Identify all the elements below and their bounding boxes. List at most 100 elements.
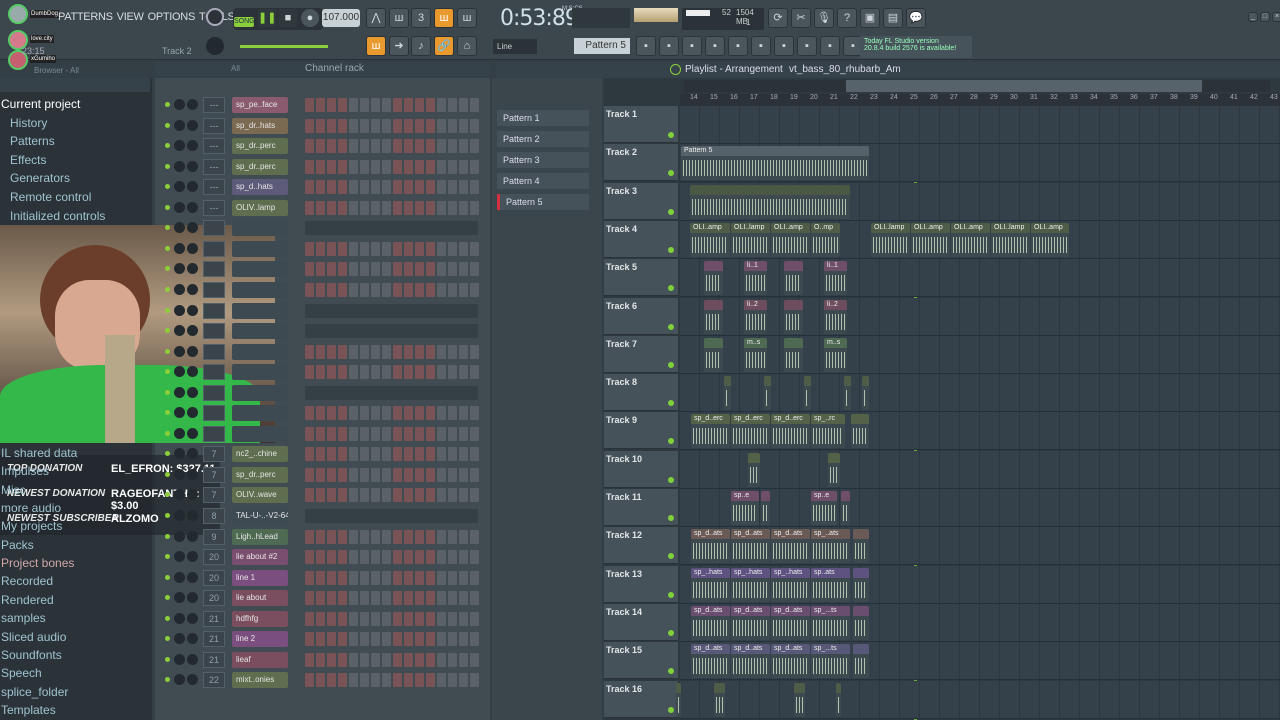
step-button[interactable]	[404, 467, 413, 482]
menu-options[interactable]: OPTIONS	[148, 11, 196, 23]
channel-volume-knob[interactable]	[187, 366, 198, 378]
channel-mixer-track[interactable]: 21	[203, 631, 225, 648]
channel-name-button[interactable]	[232, 323, 288, 340]
step-button[interactable]	[338, 611, 347, 626]
stamp-icon[interactable]: ⌂	[457, 36, 477, 56]
step-button[interactable]	[393, 673, 402, 688]
playlist-clip[interactable]: sp_d..ats	[731, 529, 770, 564]
playlist-clip[interactable]: sp..e	[811, 491, 837, 525]
step-button[interactable]	[382, 632, 391, 647]
browser-item[interactable]: Current project	[1, 97, 80, 111]
step-button[interactable]	[426, 282, 435, 297]
channel-pan-knob[interactable]	[174, 160, 185, 172]
playlist-clip[interactable]: li..1	[824, 261, 847, 296]
channel-mixer-track[interactable]	[203, 405, 225, 422]
track-mute-led[interactable]	[668, 170, 674, 177]
browser-item[interactable]: Effects	[10, 153, 46, 167]
track-mute-led[interactable]	[668, 132, 674, 138]
channel-mute-led[interactable]	[165, 636, 170, 642]
channel-mute-led[interactable]	[165, 574, 170, 580]
channel-mixer-track[interactable]	[203, 240, 225, 257]
step-button[interactable]	[448, 652, 457, 667]
channel-mixer-track[interactable]	[203, 323, 225, 340]
channel-mute-led[interactable]	[165, 656, 170, 662]
step-button[interactable]	[459, 98, 468, 112]
step-button[interactable]	[316, 611, 325, 626]
step-button[interactable]	[470, 282, 479, 297]
step-button[interactable]	[393, 447, 402, 462]
channel-mute-led[interactable]	[165, 595, 170, 601]
playlist-clip[interactable]: sp_..ats	[811, 529, 850, 564]
step-button[interactable]	[327, 570, 336, 585]
step-button[interactable]	[316, 365, 325, 380]
step-button[interactable]	[371, 550, 380, 565]
track-mute-led[interactable]	[668, 323, 674, 330]
step-button[interactable]	[448, 550, 457, 565]
link-icon[interactable]: 🔗	[434, 36, 454, 56]
track-header[interactable]: Track 11	[604, 489, 678, 526]
channel-name-button[interactable]: line 2	[232, 631, 288, 648]
browser-item[interactable]: IL shared data	[1, 446, 77, 460]
step-button[interactable]	[382, 652, 391, 667]
track-mute-led[interactable]	[668, 591, 674, 598]
channel-row[interactable]	[160, 363, 480, 381]
playlist-clip[interactable]	[704, 337, 723, 372]
playlist-clip[interactable]	[804, 376, 811, 411]
channel-name-button[interactable]: sp_pe..face	[232, 97, 288, 113]
step-button[interactable]	[437, 200, 446, 215]
step-button[interactable]	[437, 652, 446, 667]
step-button[interactable]	[360, 550, 369, 565]
playlist-clip[interactable]	[828, 452, 840, 487]
channel-mute-led[interactable]	[165, 143, 170, 149]
channel-name-button[interactable]: lie about	[232, 590, 288, 607]
step-button[interactable]	[415, 550, 424, 565]
step-button[interactable]	[305, 365, 314, 380]
step-button[interactable]	[426, 632, 435, 647]
playlist-clip[interactable]: sp_d..ats	[771, 644, 810, 679]
playlist-clip[interactable]	[853, 529, 869, 564]
channel-mixer-track[interactable]	[203, 384, 225, 401]
step-button[interactable]	[470, 365, 479, 380]
step-button[interactable]	[371, 139, 380, 154]
playlist-clip[interactable]	[764, 376, 771, 411]
step-button[interactable]	[426, 139, 435, 154]
step-button[interactable]	[393, 529, 402, 544]
step-button[interactable]	[459, 406, 468, 421]
step-button[interactable]	[393, 241, 402, 256]
playlist-clip[interactable]	[761, 491, 770, 525]
channel-row[interactable]: --- sp_dr..perc	[160, 158, 480, 176]
step-button[interactable]	[371, 282, 380, 297]
step-button[interactable]	[382, 591, 391, 606]
channel-name-button[interactable]: OLIV..wave	[232, 487, 288, 504]
step-button[interactable]	[448, 139, 457, 154]
playlist-clip[interactable]	[862, 376, 869, 411]
channel-mute-led[interactable]	[165, 184, 170, 190]
step-button[interactable]	[415, 406, 424, 421]
step-button[interactable]	[371, 488, 380, 503]
channel-name-button[interactable]	[232, 281, 288, 298]
piano-roll-icon[interactable]: ▪	[659, 36, 679, 56]
step-button[interactable]	[470, 632, 479, 647]
step-button[interactable]	[393, 282, 402, 297]
channel-row[interactable]: --- sp_dr..perc	[160, 137, 480, 155]
channel-mixer-track[interactable]	[203, 364, 225, 381]
step-button[interactable]	[382, 262, 391, 277]
step-button[interactable]	[338, 344, 347, 359]
track-mute-led[interactable]	[668, 208, 674, 215]
step-button[interactable]	[470, 426, 479, 441]
channel-name-button[interactable]: lie about #2	[232, 549, 288, 566]
step-button[interactable]	[327, 591, 336, 606]
step-button[interactable]	[349, 262, 358, 277]
channel-name-button[interactable]: sp_dr..perc	[232, 158, 288, 175]
channel-name-button[interactable]	[232, 302, 288, 319]
step-button[interactable]	[338, 139, 347, 154]
playlist-clip[interactable]: OLI..amp	[911, 222, 950, 257]
channel-volume-knob[interactable]	[187, 263, 198, 275]
step-button[interactable]	[448, 241, 457, 256]
step-button[interactable]	[426, 467, 435, 482]
step-button[interactable]	[415, 139, 424, 154]
step-button[interactable]	[360, 426, 369, 441]
step-button[interactable]	[415, 652, 424, 667]
step-button[interactable]	[382, 200, 391, 215]
step-button[interactable]	[459, 282, 468, 297]
